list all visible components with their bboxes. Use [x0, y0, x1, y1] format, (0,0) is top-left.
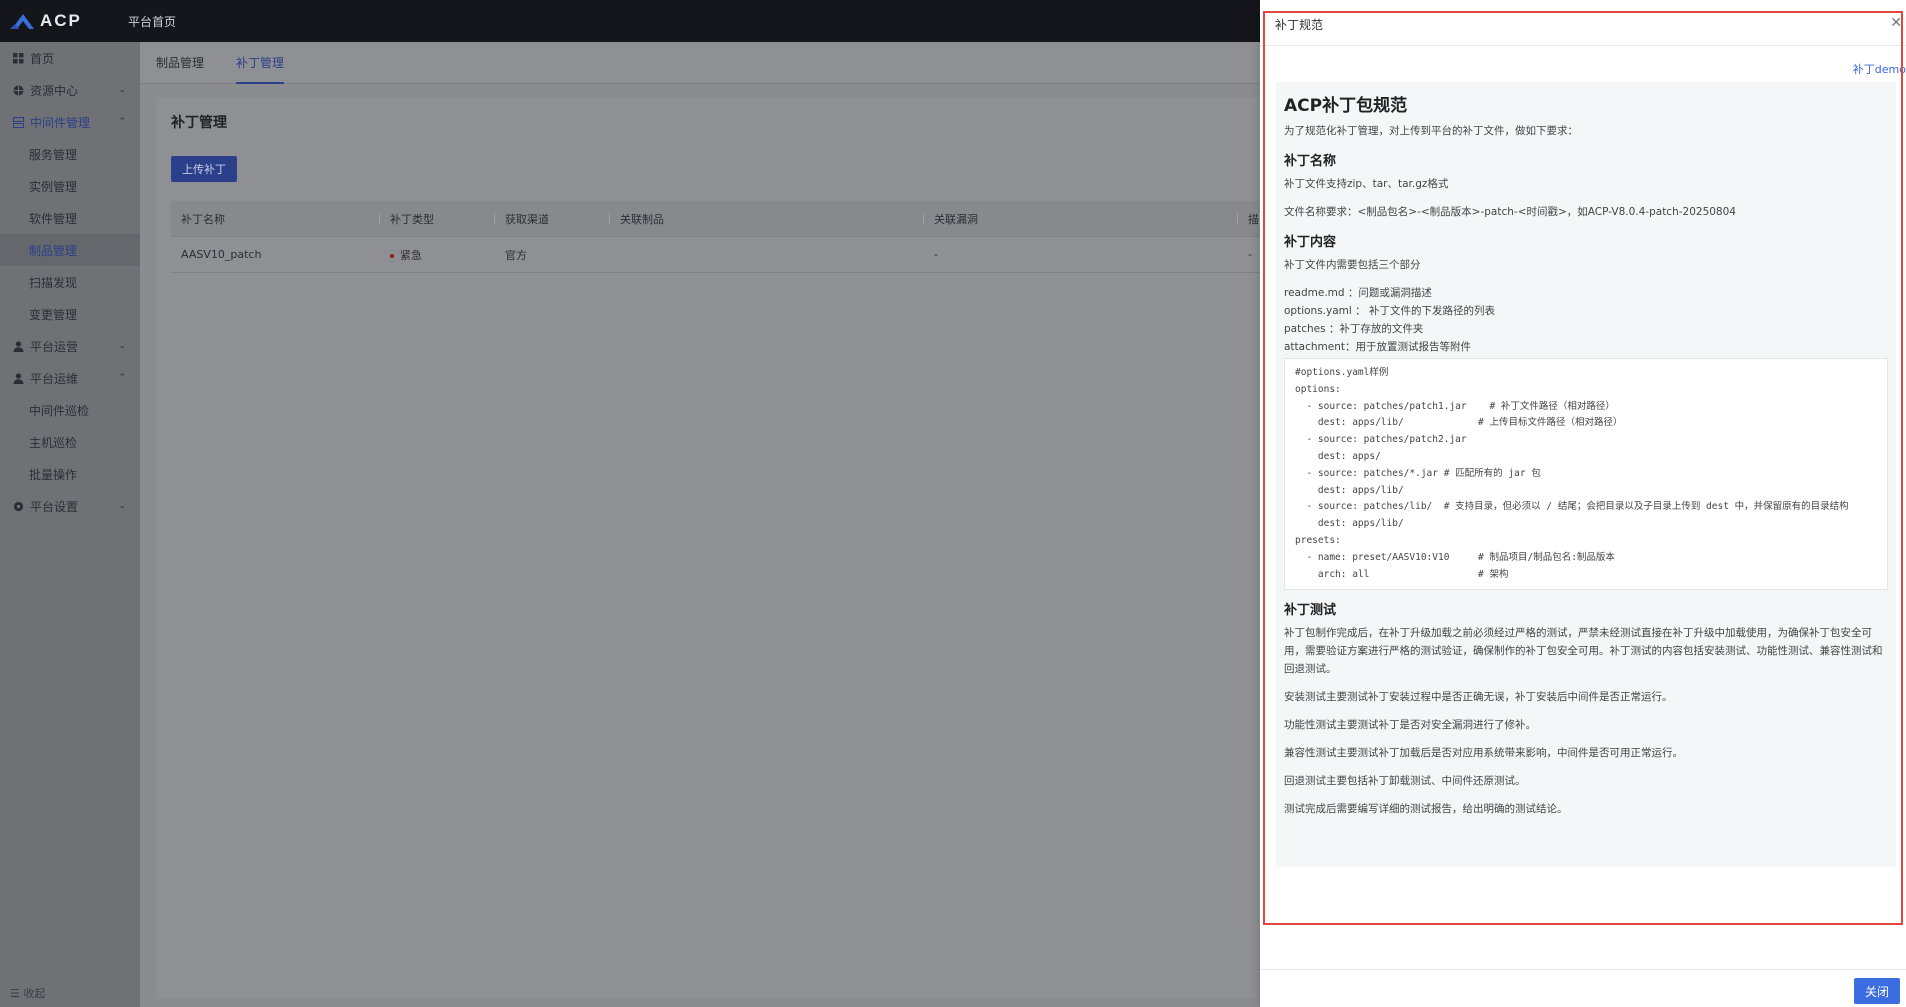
- sidebar-item-batch-operation[interactable]: 批量操作: [0, 458, 140, 490]
- user-icon: [12, 340, 24, 352]
- column-header[interactable]: 补丁类型: [380, 211, 495, 227]
- sidebar-item-host-inspection[interactable]: 主机巡检: [0, 426, 140, 458]
- patch-type-label: 紧急: [400, 248, 422, 262]
- doc-list-item: patches ：补丁存放的文件夹: [1284, 323, 1424, 335]
- patch-spec-drawer: 补丁规范 ✕ 补丁demo ACP补丁包规范 为了规范化补丁管理，对上传到平台的…: [1260, 0, 1906, 1007]
- chevron-down-icon: ⌄: [118, 85, 126, 95]
- column-header[interactable]: 补丁名称: [171, 211, 380, 227]
- urgent-dot-icon: [390, 253, 394, 258]
- doc-paragraph: 补丁包制作完成后，在补丁升级加载之前必须经过严格的测试，严禁未经测试直接在补丁升…: [1284, 627, 1883, 676]
- doc-list-item: readme.md ：问题或漏洞描述: [1284, 287, 1432, 299]
- column-header[interactable]: 关联制品: [610, 211, 924, 227]
- top-nav-home[interactable]: 平台首页: [128, 13, 176, 30]
- upload-patch-button[interactable]: 上传补丁: [171, 156, 237, 182]
- table-row[interactable]: AASV10_patch 紧急 官方 - -: [171, 237, 1260, 273]
- sidebar-item-label: 变更管理: [29, 307, 78, 322]
- sidebar-item-platform-maintenance[interactable]: 平台运维 ⌃: [0, 362, 140, 394]
- logo[interactable]: ACP: [0, 11, 128, 31]
- sidebar-item-label: 制品管理: [29, 243, 78, 258]
- sidebar-item-label: 扫描发现: [29, 275, 78, 290]
- doc-paragraph: 回退测试主要包括补丁卸载测试、中间件还原测试。: [1284, 775, 1526, 788]
- section-heading: 补丁名称: [1284, 154, 1337, 169]
- doc-paragraph: 补丁文件内需要包括三个部分: [1284, 259, 1421, 271]
- section-heading: 补丁测试: [1284, 603, 1337, 619]
- doc-intro: 为了规范化补丁管理，对上传到平台的补丁文件，做如下要求：: [1284, 125, 1578, 137]
- chevron-down-icon: ⌄: [118, 501, 126, 511]
- sidebar-item-change-mgmt[interactable]: 变更管理: [0, 298, 140, 330]
- patch-management-card: 补丁管理 上传补丁 补丁名称 补丁类型 获取渠道 关联制品 关联漏洞 描 AAS…: [156, 98, 1260, 998]
- code-block: #options.yaml样例 options: - source: patch…: [1284, 358, 1888, 591]
- sidebar-item-label: 软件管理: [29, 211, 78, 226]
- sidebar-collapse-button[interactable]: ☰ 收起: [10, 985, 45, 1001]
- sidebar-item-artifact-mgmt[interactable]: 制品管理: [0, 234, 140, 266]
- sidebar-item-label: 平台运维: [30, 371, 79, 386]
- patch-table: 补丁名称 补丁类型 获取渠道 关联制品 关联漏洞 描 AASV10_patch …: [171, 201, 1260, 273]
- channel-cell: 官方: [505, 248, 527, 262]
- collapse-label: 收起: [23, 987, 46, 1000]
- sidebar-item-platform-operation[interactable]: 平台运营 ⌄: [0, 330, 140, 362]
- globe-icon: [12, 84, 24, 96]
- page-title: 补丁管理: [171, 115, 227, 131]
- server-icon: [12, 116, 24, 128]
- column-header[interactable]: 描: [1238, 211, 1260, 227]
- sidebar-item-scan-discovery[interactable]: 扫描发现: [0, 266, 140, 298]
- sidebar: 首页 资源中心 ⌄ 中间件管理 ⌃ 服务管理 实例管理 软件管理 制品管理 扫描…: [0, 42, 140, 1007]
- doc-title: ACP补丁包规范: [1284, 96, 1408, 116]
- brand-name: ACP: [40, 11, 82, 30]
- sidebar-item-label: 服务管理: [29, 147, 78, 162]
- drawer-header: 补丁规范 ✕: [1260, 0, 1906, 46]
- doc-paragraph: 文件名称要求：<制品包名>-<制品版本>-patch-<时间戳>，如ACP-V8…: [1284, 206, 1736, 218]
- tabs-bar: 制品管理 补丁管理: [140, 42, 1260, 84]
- drawer-footer: 关闭: [1260, 969, 1906, 1007]
- grid-icon: [12, 52, 24, 64]
- chevron-down-icon: ⌄: [118, 341, 126, 351]
- sidebar-item-label: 主机巡检: [29, 435, 78, 450]
- patch-name-cell: AASV10_patch: [181, 248, 262, 261]
- sidebar-item-home[interactable]: 首页: [0, 42, 140, 74]
- doc-paragraph: 兼容性测试主要测试补丁加载后是否对应用系统带来影响，中间件是否可用正常运行。: [1284, 747, 1683, 760]
- doc-paragraph: 测试完成后需要编写详细的测试报告，给出明确的测试结论。: [1284, 803, 1568, 816]
- sidebar-item-platform-settings[interactable]: 平台设置 ⌄: [0, 490, 140, 522]
- sidebar-item-label: 平台设置: [30, 499, 79, 514]
- sidebar-item-middleware-inspection[interactable]: 中间件巡检: [0, 394, 140, 426]
- drawer-title: 补丁规范: [1275, 18, 1324, 32]
- doc-paragraph: 安装测试主要测试补丁安装过程中是否正确无误，补丁安装后中间件是否正常运行。: [1284, 691, 1673, 704]
- doc-paragraph: 补丁文件支持zip、tar、tar.gz格式: [1284, 178, 1449, 190]
- sidebar-item-label: 首页: [30, 51, 55, 66]
- tab-artifact-mgmt[interactable]: 制品管理: [140, 42, 220, 84]
- column-header[interactable]: 获取渠道: [495, 211, 610, 227]
- sidebar-item-label: 实例管理: [29, 179, 78, 194]
- tab-patch-mgmt[interactable]: 补丁管理: [220, 42, 300, 84]
- sidebar-item-label: 中间件管理: [30, 115, 91, 130]
- logo-icon: [10, 14, 34, 29]
- gear-icon: [12, 500, 24, 512]
- vuln-cell: -: [934, 248, 938, 261]
- sidebar-item-service-mgmt[interactable]: 服务管理: [0, 138, 140, 170]
- section-heading: 补丁内容: [1284, 235, 1337, 250]
- sidebar-item-software-mgmt[interactable]: 软件管理: [0, 202, 140, 234]
- sidebar-item-label: 中间件巡检: [29, 403, 90, 418]
- close-button[interactable]: 关闭: [1854, 978, 1900, 1004]
- patch-demo-link[interactable]: 补丁demo: [1853, 61, 1906, 77]
- table-header: 补丁名称 补丁类型 获取渠道 关联制品 关联漏洞 描: [171, 201, 1260, 237]
- sidebar-item-instance-mgmt[interactable]: 实例管理: [0, 170, 140, 202]
- doc-list-item: attachment：用于放置测试报告等附件: [1284, 341, 1471, 353]
- doc-paragraph: 功能性测试主要测试补丁是否对安全漏洞进行了修补。: [1284, 719, 1536, 732]
- user-icon: [12, 372, 24, 384]
- close-icon[interactable]: ✕: [1890, 15, 1902, 31]
- column-header[interactable]: 关联漏洞: [924, 211, 1238, 227]
- chevron-up-icon: ⌃: [118, 117, 126, 127]
- sidebar-item-label: 批量操作: [29, 467, 78, 482]
- sidebar-item-label: 平台运营: [30, 339, 79, 354]
- spec-document: ACP补丁包规范 为了规范化补丁管理，对上传到平台的补丁文件，做如下要求： 补丁…: [1276, 82, 1896, 867]
- sidebar-item-middleware[interactable]: 中间件管理 ⌃: [0, 106, 140, 138]
- desc-cell: -: [1248, 248, 1252, 261]
- chevron-up-icon: ⌃: [118, 373, 126, 383]
- patch-type-cell: 紧急: [380, 247, 495, 263]
- sidebar-item-resource-center[interactable]: 资源中心 ⌄: [0, 74, 140, 106]
- doc-list-item: options.yaml ： 补丁文件的下发路径的列表: [1284, 305, 1495, 317]
- sidebar-item-label: 资源中心: [30, 83, 79, 98]
- menu-icon: ☰: [10, 987, 20, 1000]
